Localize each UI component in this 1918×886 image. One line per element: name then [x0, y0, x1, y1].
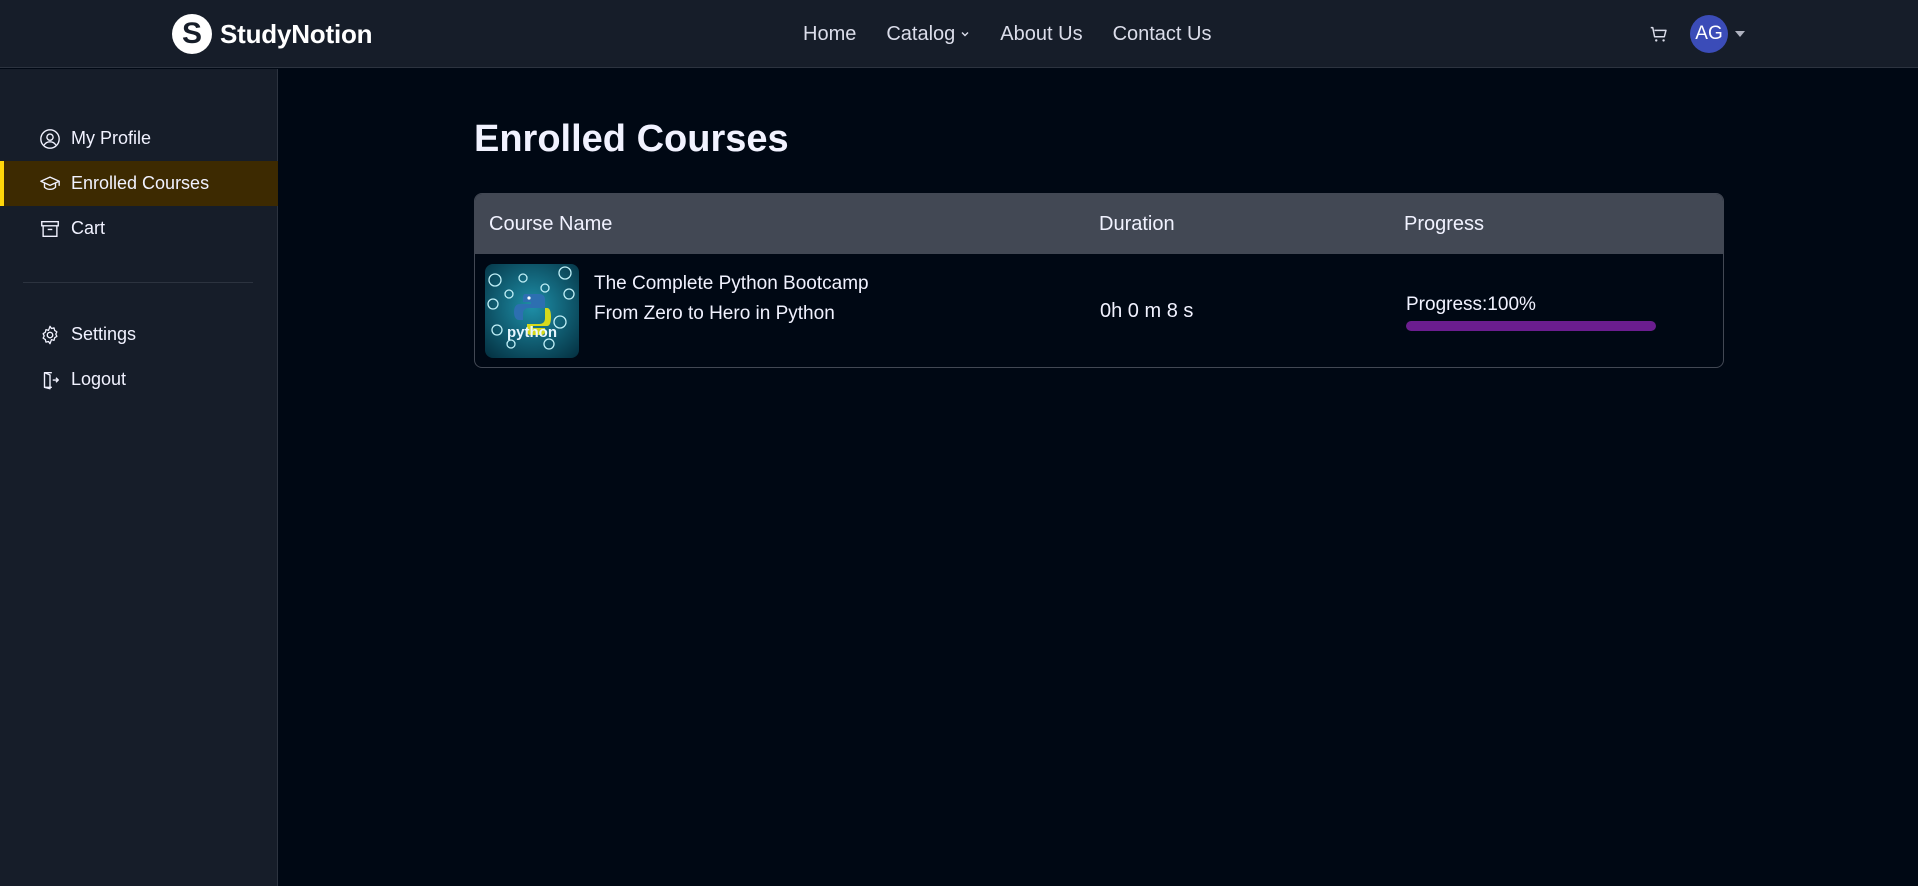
page-title: Enrolled Courses	[474, 118, 789, 160]
nav-catalog-label: Catalog	[886, 22, 956, 45]
enrolled-courses-table: Course Name Duration Progress python The…	[474, 193, 1724, 368]
header-duration: Duration	[1099, 213, 1175, 235]
sidebar: My Profile Enrolled Courses Cart Setting…	[0, 69, 278, 886]
logo-icon: S	[172, 14, 212, 54]
course-name: The Complete Python Bootcamp From Zero t…	[594, 273, 869, 324]
brand-name: StudyNotion	[220, 18, 373, 49]
progress-bar	[1406, 321, 1656, 331]
main-nav: Home Catalog About Us Contact Us	[803, 20, 1212, 48]
header-course-name: Course Name	[489, 213, 613, 235]
nav-catalog[interactable]: Catalog	[886, 23, 970, 46]
nav-about[interactable]: About Us	[1000, 23, 1082, 46]
logout-icon	[43, 371, 59, 389]
cart-icon[interactable]	[1648, 23, 1670, 45]
course-thumbnail[interactable]: python	[485, 264, 579, 358]
sidebar-item-label: Cart	[71, 218, 106, 238]
sidebar-bottom-group: Settings Logout	[0, 312, 278, 402]
sidebar-main-group: My Profile Enrolled Courses Cart	[0, 116, 278, 251]
progress-label: Progress:100%	[1406, 294, 1536, 315]
archive-icon	[41, 220, 59, 237]
top-navbar: S StudyNotion Home Catalog About Us Cont…	[0, 0, 1918, 68]
header-progress: Progress	[1404, 213, 1485, 235]
sidebar-item-label: Logout	[71, 369, 127, 389]
sidebar-item-logout[interactable]: Logout	[0, 357, 278, 402]
progress-bar-fill	[1406, 321, 1656, 331]
avatar: AG	[1690, 15, 1728, 53]
sidebar-item-settings[interactable]: Settings	[0, 312, 278, 357]
sidebar-item-my-profile[interactable]: My Profile	[0, 116, 278, 161]
course-duration: 0h 0 m 8 s	[1100, 300, 1194, 322]
nav-home[interactable]: Home	[803, 23, 856, 46]
caret-down-icon	[1735, 31, 1745, 37]
python-logo-icon: python	[485, 264, 579, 358]
sidebar-item-label: Settings	[71, 324, 137, 344]
sidebar-item-enrolled-courses[interactable]: Enrolled Courses	[0, 161, 278, 206]
sidebar-divider	[23, 282, 253, 283]
chevron-down-icon	[961, 32, 969, 37]
profile-dropdown[interactable]: AG	[1690, 15, 1748, 53]
gear-icon	[42, 325, 58, 344]
sidebar-item-label: My Profile	[71, 128, 152, 148]
table-row[interactable]: python The Complete Python Bootcamp From…	[475, 254, 1723, 367]
graduation-cap-icon	[40, 175, 60, 190]
sidebar-item-label: Enrolled Courses	[71, 173, 210, 193]
profile-icon	[40, 128, 60, 149]
svg-text:python: python	[507, 324, 557, 341]
table-header: Course Name Duration Progress	[475, 194, 1723, 254]
nav-contact[interactable]: Contact Us	[1113, 23, 1212, 46]
header-tools: AG	[1648, 14, 1748, 54]
sidebar-item-cart[interactable]: Cart	[0, 206, 278, 251]
logo-letter: S	[181, 17, 202, 50]
brand-logo[interactable]: S StudyNotion	[172, 13, 373, 55]
